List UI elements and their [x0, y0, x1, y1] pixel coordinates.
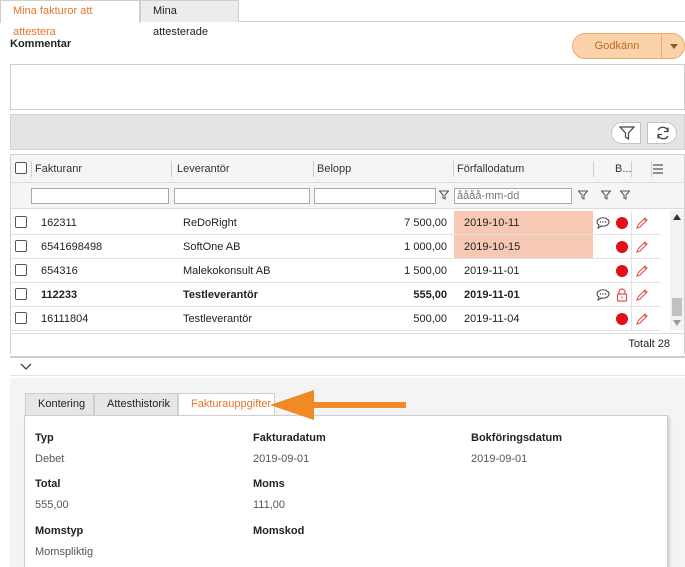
chevron-down-icon[interactable]: [20, 363, 32, 371]
column-header-b[interactable]: B...: [611, 155, 632, 183]
cell-supplier: Testleverantör: [183, 289, 258, 301]
tab-my-invoices-to-attest[interactable]: Mina fakturor att attestera: [0, 0, 140, 38]
column-header-due-date[interactable]: Förfallodatum: [453, 155, 593, 183]
label-total: Total: [35, 478, 61, 490]
top-tab-bar: Mina fakturor att attestera Mina atteste…: [0, 0, 685, 38]
column-header-amount[interactable]: Belopp: [313, 155, 453, 183]
label-momstyp: Momstyp: [35, 525, 84, 537]
comment-bubble-icon[interactable]: [596, 217, 610, 229]
value-typ: Debet: [35, 453, 65, 465]
value-total: 555,00: [35, 499, 69, 511]
label-momskod: Momskod: [253, 525, 305, 537]
tab-attesthistorik[interactable]: Attesthistorik: [94, 393, 178, 415]
table-row[interactable]: 112233 Testleverantör 555,00 2019-11-01: [11, 283, 661, 307]
scroll-down-icon[interactable]: [673, 320, 681, 326]
tab-kontering[interactable]: Kontering: [25, 393, 94, 415]
grid-scrollbar[interactable]: [670, 210, 684, 330]
approve-dropdown-button[interactable]: [661, 33, 685, 59]
label-fakturadatum: Fakturadatum: [253, 432, 326, 444]
invoice-details-panel: Typ Debet Fakturadatum 2019-09-01 Bokför…: [24, 415, 668, 567]
table-row[interactable]: 654316 Malekokonsult AB 1 500,00 2019-11…: [11, 259, 661, 283]
table-row[interactable]: 16111804 Testleverantör 500,00 2019-11-0…: [11, 307, 661, 331]
tab-fakturauppgifter[interactable]: Fakturauppgifter: [178, 393, 275, 416]
row-checkbox[interactable]: [15, 288, 27, 300]
row-checkbox[interactable]: [15, 264, 27, 276]
annotation-arrow-icon: [270, 390, 406, 420]
label-typ: Typ: [35, 432, 54, 444]
comment-bubble-icon[interactable]: [596, 289, 610, 301]
cell-amount: 500,00: [413, 313, 447, 325]
label-bokforingsdatum: Bokföringsdatum: [471, 432, 563, 444]
filter-button[interactable]: [611, 122, 641, 144]
value-fakturadatum: 2019-09-01: [253, 453, 310, 465]
cell-invoice-no: 16111804: [41, 313, 89, 325]
column-menu-icon[interactable]: [652, 164, 664, 174]
status-red-dot: [616, 313, 628, 325]
edit-pencil-icon[interactable]: [635, 312, 649, 326]
cell-amount: 555,00: [413, 289, 447, 301]
approve-button[interactable]: Godkänn: [572, 33, 662, 59]
grid-total: Totalt 28: [11, 333, 684, 354]
cell-due-date: 2019-11-01: [464, 265, 520, 277]
edit-pencil-icon[interactable]: [635, 288, 649, 302]
cell-due-date: 2019-11-01: [464, 289, 520, 301]
cell-amount: 1 000,00: [404, 241, 447, 253]
cell-supplier: Malekokonsult AB: [183, 265, 271, 277]
label-moms: Moms: [253, 478, 285, 490]
comment-input[interactable]: [10, 64, 685, 110]
scroll-up-icon[interactable]: [673, 214, 681, 220]
row-checkbox[interactable]: [15, 312, 27, 324]
cell-amount: 1 500,00: [404, 265, 447, 277]
row-checkbox[interactable]: [15, 240, 27, 252]
cell-due-date: 2019-11-04: [464, 313, 520, 325]
refresh-button[interactable]: [647, 122, 677, 144]
detail-collapse-bar[interactable]: [10, 356, 685, 376]
column-header-invoice-no[interactable]: Fakturanr: [31, 155, 171, 183]
select-all-checkbox[interactable]: [15, 162, 27, 174]
scroll-thumb[interactable]: [672, 298, 682, 316]
comment-label: Kommentar: [10, 38, 72, 50]
status-red-dot: [616, 217, 628, 229]
value-moms: 111,00: [253, 499, 286, 511]
cell-due-date: 2019-10-15: [464, 241, 521, 253]
table-row[interactable]: 162311 ReDoRight 7 500,00 2019-10-11: [11, 211, 661, 235]
tab-my-attested[interactable]: Mina attesterade: [140, 0, 239, 38]
cell-invoice-no: 6541698498: [41, 241, 103, 253]
cell-invoice-no: 654316: [41, 265, 78, 277]
refresh-icon: [657, 126, 669, 140]
row-checkbox[interactable]: [15, 216, 27, 228]
filter-amount-input[interactable]: [314, 188, 436, 204]
cell-supplier: ReDoRight: [183, 217, 237, 229]
invoice-grid: Fakturanr Leverantör Belopp Förfallodatu…: [10, 154, 685, 354]
status-red-dot: [616, 265, 628, 277]
edit-pencil-icon[interactable]: [635, 264, 649, 278]
value-momstyp: Momspliktig: [35, 546, 94, 558]
filter-b-icon[interactable]: [620, 190, 630, 200]
cell-amount: 7 500,00: [404, 217, 447, 229]
filter-supplier-input[interactable]: [174, 188, 310, 204]
cell-supplier: Testleverantör: [183, 313, 253, 325]
status-red-dot: [616, 241, 628, 253]
grid-toolbar: [10, 114, 685, 150]
filter-amount-icon[interactable]: [439, 190, 449, 200]
filter-due-date-icon[interactable]: [578, 190, 588, 200]
edit-pencil-icon[interactable]: [635, 216, 649, 230]
cell-supplier: SoftOne AB: [183, 241, 241, 253]
filter-invoice-no-input[interactable]: [31, 188, 169, 204]
value-bokforingsdatum: 2019-09-01: [471, 453, 528, 465]
table-row[interactable]: 6541698498 SoftOne AB 1 000,00 2019-10-1…: [11, 235, 661, 259]
filter-due-date-input[interactable]: [454, 188, 572, 204]
filter-icon: [619, 126, 635, 140]
column-header-supplier[interactable]: Leverantör: [173, 155, 313, 183]
filter-comment-icon[interactable]: [601, 190, 611, 200]
edit-pencil-icon[interactable]: [635, 240, 649, 254]
lock-icon: [616, 288, 628, 302]
cell-invoice-no: 162311: [41, 217, 77, 229]
grid-header: Fakturanr Leverantör Belopp Förfallodatu…: [11, 155, 684, 183]
cell-due-date: 2019-10-11: [464, 217, 520, 229]
grid-filter-row: [11, 183, 684, 209]
cell-invoice-no: 112233: [41, 289, 78, 301]
